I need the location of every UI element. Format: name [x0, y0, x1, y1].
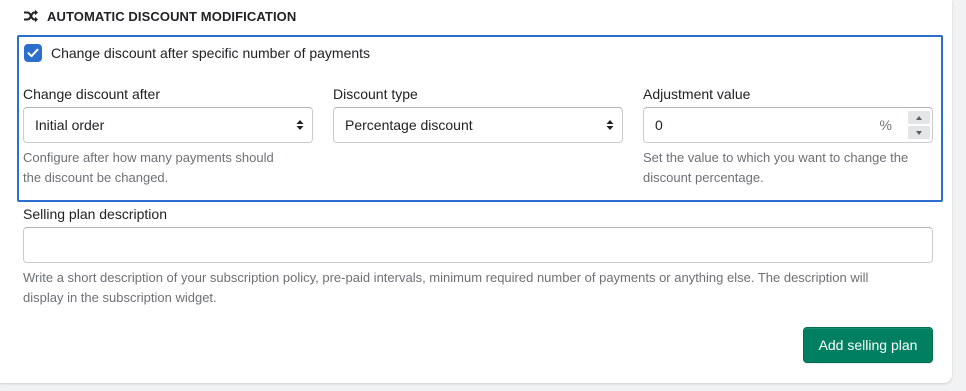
- change-after-label: Change discount after: [23, 86, 160, 102]
- description-input[interactable]: [23, 227, 933, 263]
- add-selling-plan-button[interactable]: Add selling plan: [803, 327, 933, 363]
- adjustment-value: 0: [655, 117, 663, 133]
- select-caret-icon: [598, 119, 622, 131]
- adjustment-label: Adjustment value: [643, 86, 751, 102]
- increment-button[interactable]: [908, 111, 930, 124]
- checkmark-icon: [27, 48, 39, 58]
- select-caret-icon: [288, 119, 312, 131]
- shuffle-icon: [23, 9, 39, 23]
- percent-suffix: %: [879, 117, 892, 133]
- discount-type-value: Percentage discount: [345, 117, 473, 133]
- description-help: Write a short description of your subscr…: [23, 270, 869, 305]
- section-header: AUTOMATIC DISCOUNT MODIFICATION: [23, 8, 296, 24]
- change-discount-checkbox-row[interactable]: Change discount after specific number of…: [24, 43, 370, 63]
- caret-up-icon: [916, 115, 922, 120]
- decrement-button[interactable]: [908, 126, 930, 139]
- change-discount-checkbox-label: Change discount after specific number of…: [51, 45, 371, 61]
- number-spinner: [907, 109, 931, 141]
- change-after-help: Configure after how many payments should…: [23, 150, 274, 185]
- section-title: AUTOMATIC DISCOUNT MODIFICATION: [47, 8, 297, 24]
- adjustment-input[interactable]: 0 %: [643, 107, 933, 143]
- adjustment-help: Set the value to which you want to chang…: [643, 150, 909, 185]
- change-after-select[interactable]: Initial order: [23, 107, 313, 143]
- description-label: Selling plan description: [23, 206, 167, 222]
- change-after-value: Initial order: [35, 117, 105, 133]
- selling-plan-card: AUTOMATIC DISCOUNT MODIFICATION Change d…: [0, 0, 952, 383]
- discount-type-label: Discount type: [333, 86, 418, 102]
- caret-down-icon: [916, 130, 922, 135]
- change-discount-checkbox[interactable]: [24, 44, 42, 62]
- discount-type-select[interactable]: Percentage discount: [333, 107, 623, 143]
